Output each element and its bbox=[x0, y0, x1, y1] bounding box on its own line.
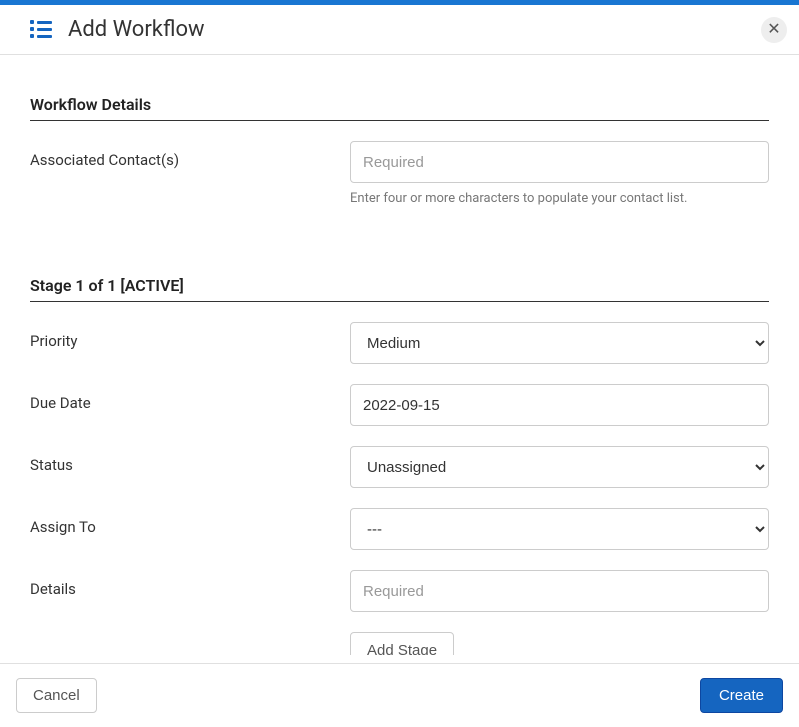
row-assign-to: Assign To --- bbox=[30, 508, 769, 550]
label-assign-to: Assign To bbox=[30, 508, 350, 536]
due-date-input[interactable] bbox=[350, 384, 769, 426]
row-due-date: Due Date bbox=[30, 384, 769, 426]
row-priority: Priority Medium bbox=[30, 322, 769, 364]
close-button[interactable]: ✕ bbox=[761, 17, 787, 43]
status-select[interactable]: Unassigned bbox=[350, 446, 769, 488]
modal-header: Add Workflow ✕ bbox=[0, 5, 799, 55]
details-input[interactable] bbox=[350, 570, 769, 612]
label-due-date: Due Date bbox=[30, 384, 350, 412]
priority-select[interactable]: Medium bbox=[350, 322, 769, 364]
associated-contacts-input[interactable] bbox=[350, 141, 769, 183]
cancel-button[interactable]: Cancel bbox=[16, 678, 97, 713]
row-status: Status Unassigned bbox=[30, 446, 769, 488]
add-stage-button[interactable]: Add Stage bbox=[350, 632, 454, 655]
list-icon bbox=[30, 21, 52, 39]
label-status: Status bbox=[30, 446, 350, 474]
row-associated-contacts: Associated Contact(s) Enter four or more… bbox=[30, 141, 769, 206]
label-associated-contacts: Associated Contact(s) bbox=[30, 141, 350, 169]
close-icon: ✕ bbox=[767, 21, 780, 38]
label-priority: Priority bbox=[30, 322, 350, 350]
assign-to-select[interactable]: --- bbox=[350, 508, 769, 550]
row-details: Details bbox=[30, 570, 769, 612]
modal-footer: Cancel Create bbox=[0, 663, 799, 727]
create-button[interactable]: Create bbox=[700, 678, 783, 713]
section-stage-title: Stage 1 of 1 [ACTIVE] bbox=[30, 276, 769, 302]
modal-title: Add Workflow bbox=[68, 17, 205, 42]
row-add-stage: Add Stage bbox=[30, 632, 769, 655]
modal-body: Workflow Details Associated Contact(s) E… bbox=[0, 55, 799, 655]
associated-contacts-helper: Enter four or more characters to populat… bbox=[350, 191, 769, 206]
label-details: Details bbox=[30, 570, 350, 598]
section-workflow-details-title: Workflow Details bbox=[30, 95, 769, 121]
